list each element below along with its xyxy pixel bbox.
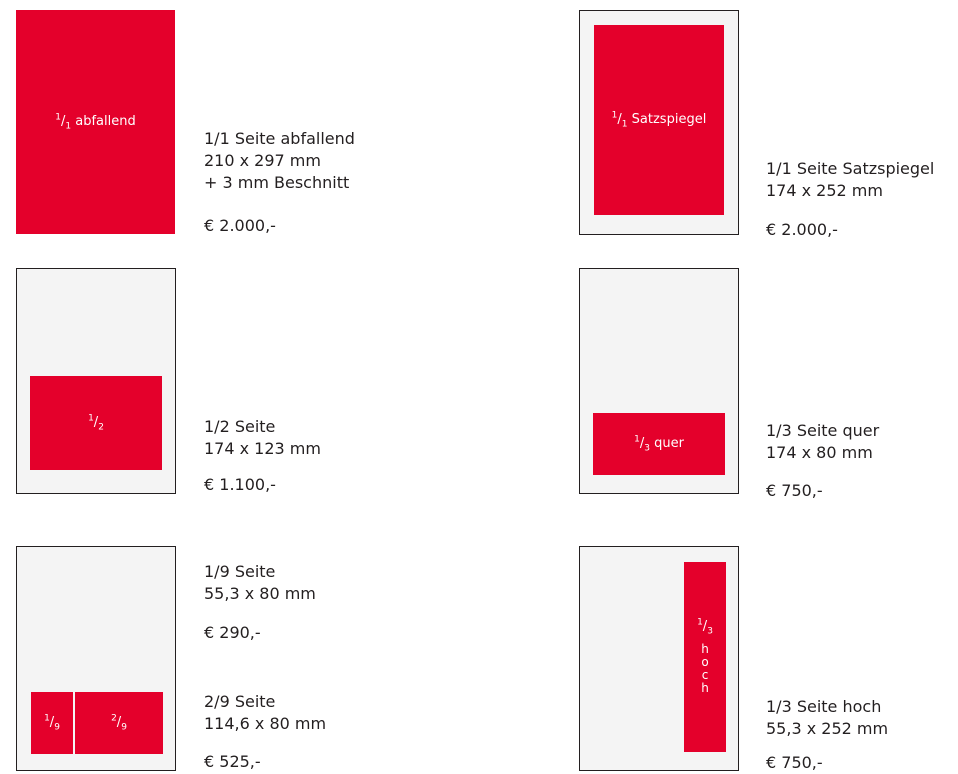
ad-label: 1/1 Satzspiegel xyxy=(611,110,707,130)
third-landscape-price: € 750,- xyxy=(766,481,823,500)
third-portrait-price: € 750,- xyxy=(766,753,823,772)
ad-two-ninths: 2/9 xyxy=(75,692,163,754)
ninth-price: € 290,- xyxy=(204,623,261,642)
desc-line: 114,6 x 80 mm xyxy=(204,714,327,733)
page-third-landscape: 1/3 quer xyxy=(579,268,739,494)
ad-label: 1/3 xyxy=(697,617,713,637)
full-type-price: € 2.000,- xyxy=(766,220,838,239)
ad-label: 1/9 xyxy=(44,713,60,733)
third-landscape-description: 1/3 Seite quer 174 x 80 mm xyxy=(766,420,879,464)
ad-label-vertical: h o c h xyxy=(701,642,709,695)
desc-line: 1/1 Seite abfallend xyxy=(204,129,355,148)
ad-label: 2/9 xyxy=(111,713,127,733)
full-type-description: 1/1 Seite Satzspiegel 174 x 252 mm xyxy=(766,158,934,202)
ninth-description: 1/9 Seite 55,3 x 80 mm xyxy=(204,561,316,605)
ad-third-portrait: 1/3 h o c h xyxy=(684,562,726,752)
desc-line: 1/9 Seite xyxy=(204,562,276,581)
half-price: € 1.100,- xyxy=(204,475,276,494)
ad-half-page: 1/2 xyxy=(30,376,162,470)
desc-line: 1/3 Seite hoch xyxy=(766,697,882,716)
page-ninths: 1/9 2/9 xyxy=(16,546,176,771)
desc-line: 1/2 Seite xyxy=(204,417,276,436)
page-third-portrait: 1/3 h o c h xyxy=(579,546,739,771)
page-half: 1/2 xyxy=(16,268,176,494)
full-bleed-description: 1/1 Seite abfallend 210 x 297 mm + 3 mm … xyxy=(204,128,355,194)
third-portrait-description: 1/3 Seite hoch 55,3 x 252 mm xyxy=(766,696,888,740)
half-description: 1/2 Seite 174 x 123 mm xyxy=(204,416,321,460)
desc-line: 55,3 x 252 mm xyxy=(766,719,889,738)
ad-full-page-bleed: 1/1 abfallend xyxy=(16,10,175,234)
desc-line: + 3 mm Beschnitt xyxy=(204,173,350,192)
desc-line: 55,3 x 80 mm xyxy=(204,584,316,603)
desc-line: 174 x 252 mm xyxy=(766,181,883,200)
ad-full-page-type-area: 1/1 Satzspiegel xyxy=(594,25,724,215)
ad-label: 1/3 quer xyxy=(634,434,684,454)
desc-line: 174 x 123 mm xyxy=(204,439,321,458)
full-bleed-price: € 2.000,- xyxy=(204,216,276,235)
ad-label: 1/2 xyxy=(88,413,104,433)
page-full-type: 1/1 Satzspiegel xyxy=(579,10,739,235)
desc-line: 1/3 Seite quer xyxy=(766,421,880,440)
ad-third-landscape: 1/3 quer xyxy=(593,413,725,475)
ad-label: 1/1 abfallend xyxy=(55,112,136,132)
two-ninths-description: 2/9 Seite 114,6 x 80 mm xyxy=(204,691,326,735)
desc-line: 174 x 80 mm xyxy=(766,443,873,462)
desc-line: 2/9 Seite xyxy=(204,692,276,711)
two-ninths-price: € 525,- xyxy=(204,752,261,771)
desc-line: 1/1 Seite Satzspiegel xyxy=(766,159,935,178)
ad-one-ninth: 1/9 xyxy=(31,692,73,754)
desc-line: 210 x 297 mm xyxy=(204,151,321,170)
